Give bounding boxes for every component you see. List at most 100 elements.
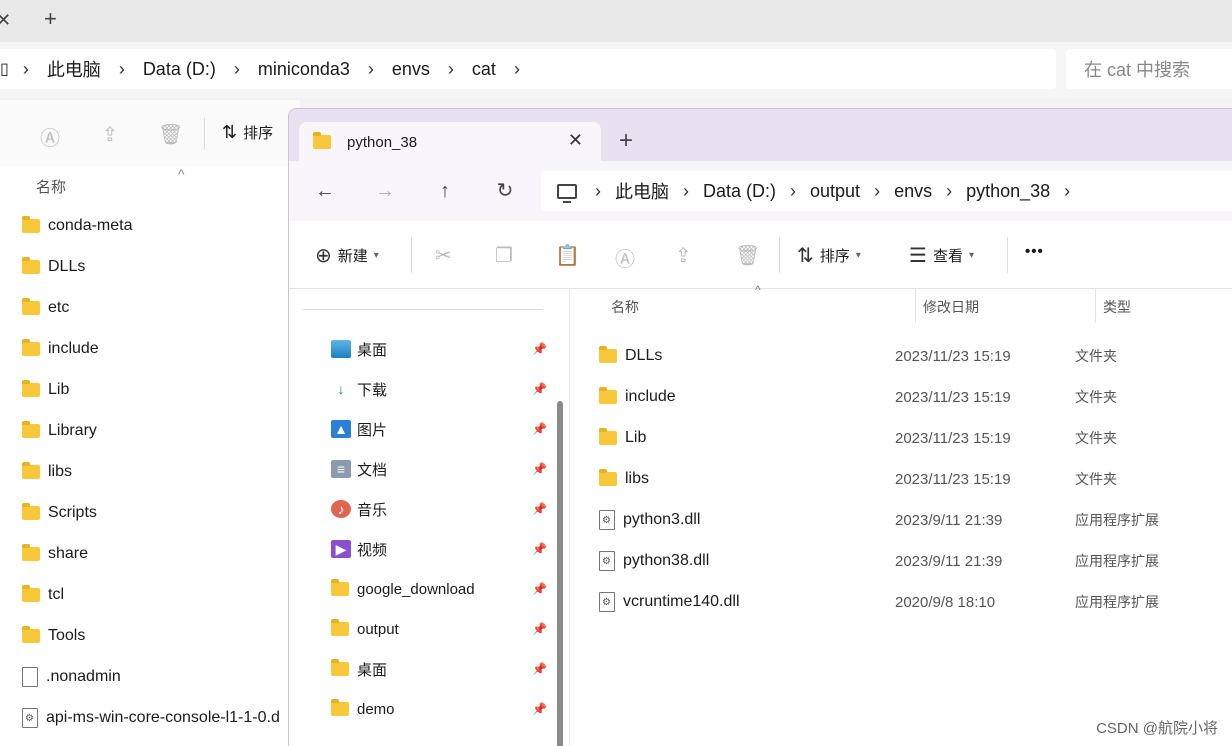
- chevron-right-icon[interactable]: ›: [119, 59, 125, 80]
- breadcrumb-item[interactable]: 此电脑: [615, 178, 669, 204]
- breadcrumb-item[interactable]: envs: [894, 181, 932, 202]
- copy-button[interactable]: ❐: [495, 243, 513, 268]
- breadcrumb-item[interactable]: miniconda3: [258, 59, 350, 80]
- breadcrumb-item[interactable]: Data (D:): [143, 59, 216, 80]
- share-button[interactable]: ⇪: [675, 243, 692, 268]
- chevron-right-icon[interactable]: ›: [1064, 181, 1070, 202]
- close-icon[interactable]: ✕: [0, 10, 11, 31]
- nav-item[interactable]: ↓ 下载 📌: [331, 374, 551, 404]
- pin-icon[interactable]: 📌: [532, 702, 547, 716]
- list-item[interactable]: conda-meta: [22, 211, 133, 241]
- delete-icon[interactable]: 🗑: [158, 122, 183, 146]
- file-row[interactable]: libs 2023/11/23 15:19 文件夹: [599, 464, 1232, 494]
- file-row[interactable]: vcruntime140.dll 2020/9/8 18:10 应用程序扩展: [599, 587, 1232, 617]
- column-header-name[interactable]: 名称: [36, 176, 66, 197]
- file-row[interactable]: python3.dll 2023/9/11 21:39 应用程序扩展: [599, 505, 1232, 535]
- pin-icon[interactable]: 📌: [532, 422, 547, 436]
- new-button[interactable]: ⊕ 新建 ▾: [315, 243, 379, 268]
- breadcrumb-item[interactable]: output: [810, 181, 860, 202]
- view-button[interactable]: ☰ 查看 ▾: [909, 243, 974, 268]
- pin-icon[interactable]: 📌: [532, 382, 547, 396]
- delete-button[interactable]: 🗑: [735, 243, 760, 268]
- pin-icon[interactable]: 📌: [532, 502, 547, 516]
- paste-button[interactable]: 📋: [555, 243, 580, 268]
- tab-python-38[interactable]: python_38 ✕: [299, 122, 601, 162]
- file-row[interactable]: DLLs 2023/11/23 15:19 文件夹: [599, 341, 1232, 371]
- chevron-right-icon[interactable]: ›: [234, 59, 240, 80]
- address-bar[interactable]: › 此电脑 › Data (D:) › output › envs › pyth…: [541, 171, 1232, 211]
- back-arrow-icon[interactable]: ←: [311, 177, 339, 205]
- nav-item[interactable]: 桌面 📌: [331, 654, 551, 684]
- pin-icon[interactable]: 📌: [532, 542, 547, 556]
- nav-item[interactable]: 桌面 📌: [331, 334, 551, 364]
- column-header-date[interactable]: 修改日期: [923, 297, 979, 317]
- nav-item[interactable]: google_download 📌: [331, 574, 551, 604]
- chevron-right-icon[interactable]: ›: [874, 181, 880, 202]
- list-item[interactable]: libs: [22, 457, 72, 487]
- pin-icon[interactable]: 📌: [532, 662, 547, 676]
- chevron-right-icon[interactable]: ›: [946, 181, 952, 202]
- background-address-bar[interactable]: ▯ › 此电脑 › Data (D:) › miniconda3 › envs …: [0, 49, 1056, 89]
- nav-scrollbar[interactable]: [557, 401, 563, 746]
- up-arrow-icon[interactable]: ↑: [431, 177, 459, 205]
- nav-item[interactable]: ♪ 音乐 📌: [331, 494, 551, 524]
- item-name: Scripts: [48, 504, 97, 521]
- chevron-right-icon[interactable]: ›: [790, 181, 796, 202]
- list-item[interactable]: etc: [22, 293, 69, 323]
- list-item[interactable]: DLLs: [22, 252, 85, 282]
- breadcrumb-item[interactable]: 此电脑: [47, 56, 101, 82]
- cut-button[interactable]: ✂: [435, 243, 452, 268]
- breadcrumb-item[interactable]: cat: [472, 59, 496, 80]
- refresh-icon[interactable]: ↻: [491, 177, 519, 205]
- sort-button[interactable]: ⇅ 排序: [222, 122, 273, 143]
- column-header-name[interactable]: 名称: [611, 297, 639, 317]
- breadcrumb-item[interactable]: Data (D:): [703, 181, 776, 202]
- list-item[interactable]: Scripts: [22, 498, 97, 528]
- share-icon[interactable]: ⇪: [98, 122, 122, 146]
- close-icon[interactable]: ✕: [568, 130, 583, 151]
- column-header-type[interactable]: 类型: [1103, 297, 1131, 317]
- column-divider[interactable]: [915, 289, 916, 323]
- file-row[interactable]: Lib 2023/11/23 15:19 文件夹: [599, 423, 1232, 453]
- chevron-right-icon[interactable]: ›: [514, 59, 520, 80]
- nav-item[interactable]: ≡ 文档 📌: [331, 454, 551, 484]
- forward-arrow-icon[interactable]: →: [371, 177, 399, 205]
- chevron-right-icon[interactable]: ›: [368, 59, 374, 80]
- more-button[interactable]: •••: [1025, 243, 1044, 260]
- chevron-right-icon[interactable]: ›: [595, 181, 601, 202]
- breadcrumb-item[interactable]: python_38: [966, 181, 1050, 202]
- breadcrumb-item[interactable]: envs: [392, 59, 430, 80]
- chevron-right-icon[interactable]: ›: [683, 181, 689, 202]
- list-item[interactable]: include: [22, 334, 99, 364]
- nav-item[interactable]: output 📌: [331, 614, 551, 644]
- list-item[interactable]: Lib: [22, 375, 69, 405]
- search-input[interactable]: 在 cat 中搜索: [1066, 49, 1232, 89]
- trash-icon: 🗑: [735, 245, 761, 267]
- new-tab-button[interactable]: +: [619, 127, 633, 155]
- list-item[interactable]: .nonadmin: [22, 662, 121, 692]
- column-divider[interactable]: [1095, 289, 1096, 323]
- file-row[interactable]: python38.dll 2023/9/11 21:39 应用程序扩展: [599, 546, 1232, 576]
- nav-item[interactable]: ▶ 视频 📌: [331, 534, 551, 564]
- list-item[interactable]: Library: [22, 416, 97, 446]
- pin-icon[interactable]: 📌: [532, 462, 547, 476]
- new-tab-button[interactable]: +: [44, 6, 57, 32]
- list-item[interactable]: share: [22, 539, 88, 569]
- rename-button[interactable]: Ⓐ: [615, 243, 635, 272]
- rename-icon[interactable]: Ⓐ: [38, 122, 62, 150]
- file-row[interactable]: include 2023/11/23 15:19 文件夹: [599, 382, 1232, 412]
- nav-item[interactable]: demo 📌: [331, 694, 551, 724]
- chevron-right-icon[interactable]: ›: [448, 59, 454, 80]
- pin-icon[interactable]: 📌: [532, 582, 547, 596]
- pin-icon[interactable]: 📌: [532, 622, 547, 636]
- sort-button[interactable]: ⇅ 排序 ▾: [797, 243, 861, 268]
- chevron-right-icon[interactable]: ›: [23, 59, 29, 80]
- list-item[interactable]: api-ms-win-core-console-l1-1-0.d: [22, 703, 280, 733]
- folder-icon: [331, 659, 349, 676]
- pane-splitter[interactable]: [569, 289, 570, 746]
- nav-item[interactable]: ▲ 图片 📌: [331, 414, 551, 444]
- folder-icon: [22, 462, 40, 479]
- list-item[interactable]: tcl: [22, 580, 64, 610]
- pin-icon[interactable]: 📌: [532, 342, 547, 356]
- list-item[interactable]: Tools: [22, 621, 85, 651]
